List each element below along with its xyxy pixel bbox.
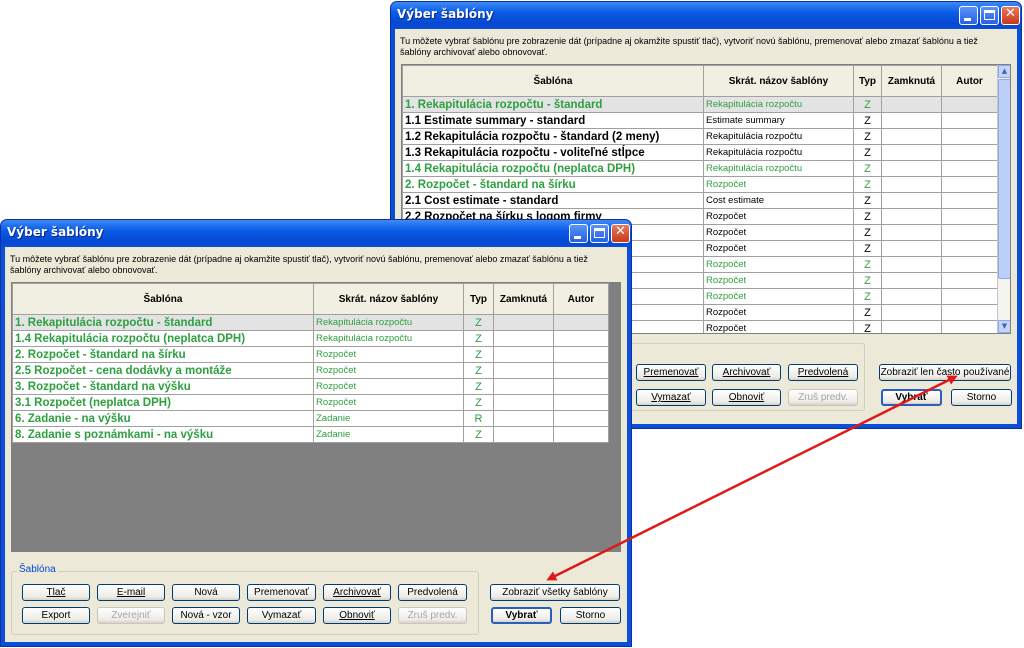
annotation-double-arrow (546, 375, 958, 581)
annotation-arrow-overlay (546, 375, 958, 581)
